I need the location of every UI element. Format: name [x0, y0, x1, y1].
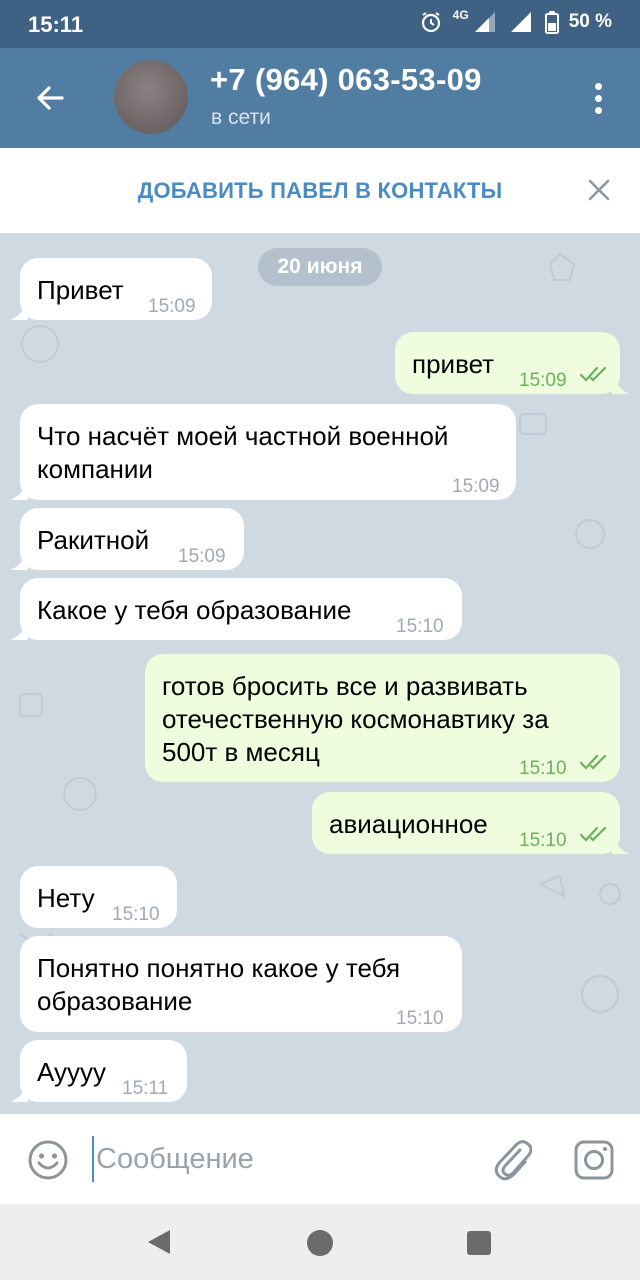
message-text: Нету	[37, 883, 95, 913]
more-vertical-icon	[594, 82, 602, 90]
system-navigation-bar	[0, 1204, 640, 1280]
message-time: 15:10	[396, 616, 444, 637]
bubble-tail	[612, 834, 630, 854]
message-line: отечественную космонавтику за	[162, 704, 549, 734]
double-check-icon	[579, 754, 607, 770]
message-line: 500т в месяц	[162, 737, 320, 767]
message-text: готов бросить все и развивать отечествен…	[162, 670, 549, 769]
signal-4g-icon	[474, 12, 495, 32]
message-input[interactable]: Сообщение	[92, 1136, 472, 1182]
status-icons: 4G 50 %	[419, 8, 612, 34]
bubble-tail	[612, 374, 630, 394]
message-text: Какое у тебя образование	[37, 595, 352, 625]
message-text: привет	[412, 349, 495, 379]
message-text: Что насчёт моей частной военной компании	[37, 420, 448, 486]
chat-header: +7 (964) 063-53-09 в сети	[0, 48, 640, 148]
message-line: Что насчёт моей частной военной	[37, 421, 449, 451]
message-text: Понятно понятно какое у тебя образование	[37, 952, 400, 1018]
message-line: Понятно понятно какое у тебя	[37, 953, 401, 983]
battery-icon	[544, 11, 559, 34]
message-time: 15:10	[396, 1008, 444, 1029]
message-line: компании	[37, 454, 153, 484]
message-time: 15:09	[178, 546, 226, 567]
battery-level: 50 %	[568, 11, 612, 32]
message-bubble[interactable]: Понятно понятно какое у тебя образование…	[20, 936, 462, 1032]
smile-icon[interactable]	[26, 1138, 70, 1182]
message-text: Ракитной	[37, 525, 150, 555]
message-time: 15:10	[519, 758, 567, 779]
message-line: образование	[37, 986, 193, 1016]
nav-home-icon[interactable]	[307, 1230, 333, 1256]
message-bubble[interactable]: авиационное 15:10	[312, 792, 620, 854]
bubble-tail	[10, 550, 28, 570]
message-bubble[interactable]: Привет 15:09	[20, 258, 212, 320]
message-list[interactable]: 20 июня Привет 15:09 привет 15:09 Что на…	[0, 234, 640, 1114]
double-check-icon	[579, 366, 607, 382]
add-contact-bar: ДОБАВИТЬ ПАВЕЛ В КОНТАКТЫ	[0, 148, 640, 234]
message-text: Ауууу	[37, 1057, 107, 1087]
bubble-tail	[10, 620, 28, 640]
nav-back-icon[interactable]	[146, 1228, 172, 1256]
bubble-tail	[10, 480, 28, 500]
message-time: 15:11	[122, 1078, 169, 1099]
status-bar: 15:11 4G 50 %	[0, 0, 640, 48]
message-bubble[interactable]: готов бросить все и развивать отечествен…	[145, 654, 620, 782]
message-time: 15:10	[112, 904, 160, 925]
message-time: 15:10	[519, 830, 567, 851]
message-bubble[interactable]: Ауууу 15:11	[20, 1040, 187, 1102]
bubble-tail	[10, 1082, 28, 1102]
peer-name[interactable]: +7 (964) 063-53-09	[210, 62, 482, 98]
message-text: авиационное	[329, 809, 488, 839]
back-button[interactable]	[26, 74, 74, 122]
date-separator: 20 июня	[258, 248, 382, 286]
message-time: 15:09	[519, 370, 567, 391]
bubble-tail	[10, 300, 28, 320]
paperclip-icon[interactable]	[492, 1138, 532, 1182]
arrow-left-icon	[37, 86, 64, 110]
message-text: Привет	[37, 275, 124, 305]
message-composer: Сообщение	[0, 1114, 640, 1204]
camera-icon[interactable]	[572, 1138, 616, 1182]
avatar[interactable]	[114, 60, 188, 134]
status-time: 15:11	[28, 12, 84, 37]
more-options-button[interactable]	[578, 76, 618, 120]
network-type: 4G	[452, 8, 469, 22]
message-time: 15:09	[148, 296, 196, 317]
message-time: 15:09	[452, 476, 500, 497]
message-bubble[interactable]: Что насчёт моей частной военной компании…	[20, 404, 516, 500]
nav-recents-icon[interactable]	[467, 1231, 491, 1255]
close-icon[interactable]	[586, 177, 612, 203]
message-line: готов бросить все и развивать	[162, 671, 528, 701]
message-bubble[interactable]: привет 15:09	[395, 332, 620, 394]
message-bubble[interactable]: Какое у тебя образование 15:10	[20, 578, 462, 640]
double-check-icon	[579, 826, 607, 842]
message-bubble[interactable]: Ракитной 15:09	[20, 508, 244, 570]
message-bubble[interactable]: Нету 15:10	[20, 866, 177, 928]
peer-status: в сети	[211, 106, 271, 129]
add-contact-button[interactable]: ДОБАВИТЬ ПАВЕЛ В КОНТАКТЫ	[0, 178, 640, 204]
cell-signal-icon	[510, 12, 531, 32]
alarm-icon	[421, 12, 440, 33]
